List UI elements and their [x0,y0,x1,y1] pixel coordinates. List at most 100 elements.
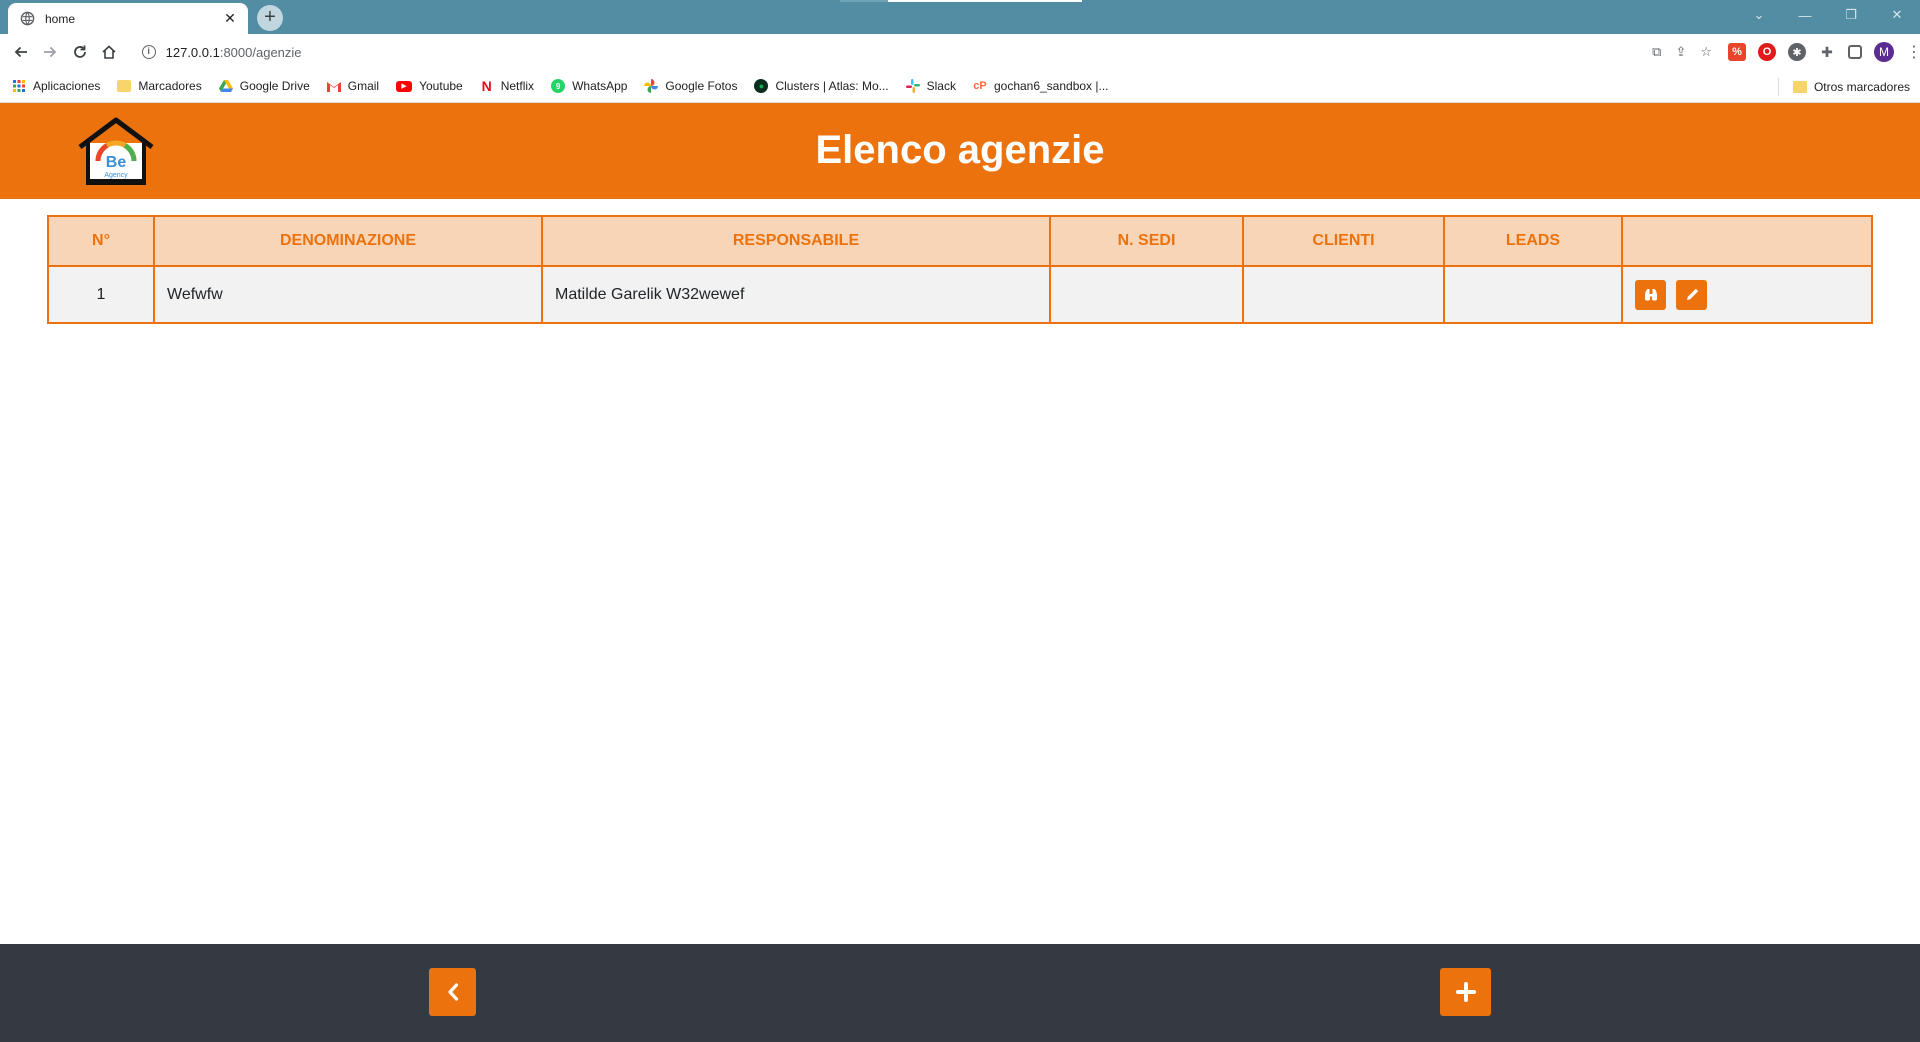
cell-actions [1621,265,1873,324]
cell-number: 1 [47,265,155,324]
translate-icon[interactable]: ⧉ [1652,44,1661,60]
side-panel-icon[interactable] [1848,45,1863,59]
bookmark-gmail[interactable]: Gmail [326,79,380,93]
cell-sedi [1049,265,1244,324]
google-drive-icon [218,79,233,93]
extension-percent-icon[interactable]: % [1728,43,1747,61]
bookmark-label: Google Drive [239,79,310,93]
logo-subtext: Agency [104,172,128,179]
binoculars-icon [1644,289,1657,301]
profile-avatar[interactable]: M [1874,42,1895,62]
browser-tab[interactable]: home ✕ [8,3,248,34]
bookmark-label: Marcadores [138,79,202,93]
folder-icon [1792,80,1807,93]
bookmark-whatsapp[interactable]: 9 WhatsApp [551,79,627,93]
whatsapp-icon: 9 [551,79,566,93]
url-path: :8000/agenzie [219,44,302,60]
browser-tabstrip: home ✕ + ⌄ — ❐ ✕ [0,0,1920,34]
other-bookmarks[interactable]: Otros marcadores [1777,70,1910,103]
home-icon[interactable] [94,36,123,68]
bookmark-youtube[interactable]: ▶ Youtube [396,79,463,93]
reload-icon[interactable] [65,36,94,68]
tabstrip-indicator [840,0,888,2]
bookmark-apps[interactable]: Aplicaciones [12,79,100,93]
share-icon[interactable]: ⇪ [1675,44,1686,60]
tab-search-icon[interactable]: ⌄ [1736,7,1782,23]
chevron-left-icon [447,983,458,1001]
column-header-actions [1621,215,1873,267]
cell-responsabile: Matilde Garelik W32wewef [541,265,1051,324]
cell-clienti [1242,265,1445,324]
table-row: 1 Wefwfw Matilde Garelik W32wewef [47,265,1873,324]
tabstrip-indicator [888,0,1082,2]
column-header-responsabile: RESPONSABILE [541,215,1051,267]
close-window-button[interactable]: ✕ [1874,7,1920,23]
cell-denominazione: Wefwfw [153,265,543,324]
agencies-table: N° DENOMINAZIONE RESPONSABILE N. SEDI CL… [47,215,1873,324]
gmail-icon [326,79,341,93]
pencil-icon [1686,288,1699,300]
postman-icon: cP [973,80,987,92]
netflix-icon: N [481,78,492,94]
omnibox-actions: ⧉ ⇪ ☆ [1652,44,1722,60]
folder-icon [117,80,132,92]
bookmark-gochan6-sandbox[interactable]: cP gochan6_sandbox |... [973,79,1109,93]
bookmark-google-drive[interactable]: Google Drive [218,79,310,93]
bookmark-label: Clusters | Atlas: Mo... [775,79,889,93]
agencies-table-container: N° DENOMINAZIONE RESPONSABILE N. SEDI CL… [47,215,1873,324]
bookmark-google-fotos[interactable]: Google Fotos [644,79,737,93]
table-header-row: N° DENOMINAZIONE RESPONSABILE N. SEDI CL… [47,215,1873,267]
view-button[interactable] [1635,279,1666,310]
restore-button[interactable]: ❐ [1828,7,1874,23]
slack-icon [905,79,920,93]
extensions-area: % O ✱ ✚ M ⋮ [1728,42,1920,62]
cell-leads [1443,265,1623,324]
bookmarks-divider [1777,77,1779,96]
bookmark-star-icon[interactable]: ☆ [1700,44,1712,60]
url-text: 127.0.0.1:8000/agenzie [166,45,302,60]
edit-button[interactable] [1676,279,1708,310]
bookmark-netflix[interactable]: N Netflix [480,78,535,94]
globe-icon [20,11,35,26]
bookmark-label: gochan6_sandbox |... [993,79,1109,93]
app-header: Be Agency Elenco agenzie [0,103,1920,199]
other-bookmarks-label: Otros marcadores [1813,79,1910,94]
extension-opera-icon[interactable]: O [1758,43,1777,61]
bookmark-label: Aplicaciones [33,79,101,93]
column-header-number: N° [47,215,155,267]
add-agency-button[interactable] [1440,968,1491,1016]
minimize-button[interactable]: — [1782,8,1828,23]
footer-bar [0,944,1920,1042]
column-header-sedi: N. SEDI [1049,215,1244,267]
new-tab-button[interactable]: + [257,5,283,31]
column-header-clienti: CLIENTI [1242,215,1445,267]
puzzle-icon[interactable]: ✚ [1818,43,1836,61]
bookmark-label: Youtube [419,79,463,93]
column-header-leads: LEADS [1443,215,1623,267]
window-controls: ⌄ — ❐ ✕ [1736,0,1920,30]
address-bar[interactable]: i 127.0.0.1:8000/agenzie ⧉ ⇪ ☆ [129,37,1723,67]
bookmark-marcadores[interactable]: Marcadores [117,79,202,93]
bookmark-clusters-atlas[interactable]: ● Clusters | Atlas: Mo... [754,79,889,93]
bookmarks-bar: Aplicaciones Marcadores Google Drive Gma… [0,70,1920,103]
kebab-menu-icon[interactable]: ⋮ [1906,42,1920,62]
bookmark-label: Gmail [347,79,380,93]
back-button[interactable] [429,968,476,1016]
browser-toolbar: i 127.0.0.1:8000/agenzie ⧉ ⇪ ☆ % O ✱ ✚ M… [0,34,1920,70]
apps-grid-icon [12,79,26,93]
bookmark-label: Netflix [500,79,535,93]
back-arrow-icon[interactable] [6,36,35,68]
extension-gear-icon[interactable]: ✱ [1788,43,1807,61]
youtube-icon: ▶ [396,80,413,92]
url-host: 127.0.0.1 [165,44,220,60]
column-header-denominazione: DENOMINAZIONE [153,215,543,267]
close-tab-icon[interactable]: ✕ [222,10,238,27]
bookmark-slack[interactable]: Slack [905,79,956,93]
tab-title: home [45,11,76,26]
bookmark-label: Google Fotos [665,79,738,93]
google-photos-icon [644,79,659,93]
forward-arrow-icon[interactable] [35,36,64,68]
site-info-icon[interactable]: i [141,45,156,59]
page-title: Elenco agenzie [815,128,1105,172]
plus-icon [1455,982,1476,1002]
